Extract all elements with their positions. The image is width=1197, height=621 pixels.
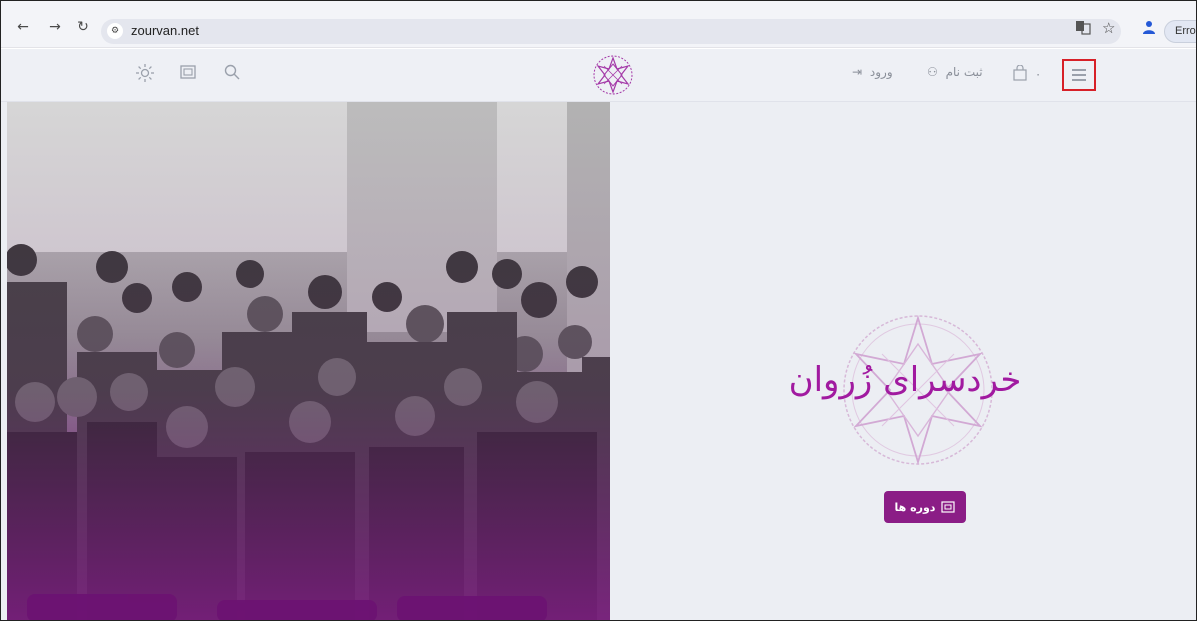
hamburger-line xyxy=(1072,79,1086,81)
bookmark-star-icon[interactable]: ☆ xyxy=(1102,19,1115,44)
forward-icon[interactable]: → xyxy=(47,19,63,35)
book-icon xyxy=(941,501,956,513)
book-icon[interactable] xyxy=(177,63,199,85)
cart-button[interactable]: ۰ xyxy=(1012,64,1042,81)
translate-icon[interactable] xyxy=(1075,19,1091,44)
address-bar[interactable]: ⚙ zourvan.net xyxy=(101,19,1121,44)
courses-button[interactable]: دوره ها xyxy=(884,491,966,523)
signup-link[interactable]: ثبت نام ⚇ xyxy=(927,65,983,79)
hamburger-menu-icon xyxy=(1072,69,1086,71)
back-icon[interactable]: ← xyxy=(15,19,31,35)
site-info-icon[interactable]: ⚙ xyxy=(107,23,123,39)
browser-window: ← → ↻ ⚙ zourvan.net ☆ Error xyxy=(0,0,1197,621)
login-label: ورود xyxy=(869,65,893,79)
courses-button-label: دوره ها xyxy=(894,500,936,514)
reload-icon[interactable]: ↻ xyxy=(75,19,91,35)
sun-icon[interactable] xyxy=(134,63,156,85)
site-header: ورود ⇥ ثبت نام ⚇ ۰ xyxy=(1,49,1196,102)
hamburger-menu-button[interactable] xyxy=(1062,59,1096,91)
hero-content: خردسرای زُروان دوره ها xyxy=(610,102,1196,620)
site-logo[interactable] xyxy=(591,53,635,97)
hamburger-line xyxy=(1072,74,1086,76)
url-text[interactable]: zourvan.net xyxy=(131,23,199,38)
add-user-icon: ⚇ xyxy=(927,65,938,79)
login-icon: ⇥ xyxy=(852,65,863,79)
login-link[interactable]: ورود ⇥ xyxy=(852,65,893,79)
group-photo xyxy=(7,102,610,620)
shopping-bag-icon xyxy=(1013,64,1027,81)
cart-count: ۰ xyxy=(1034,67,1042,81)
profile-icon[interactable] xyxy=(1142,19,1156,44)
signup-label: ثبت نام xyxy=(945,65,983,79)
hero-title: خردسرای زُروان xyxy=(788,360,1022,400)
browser-toolbar: ← → ↻ ⚙ zourvan.net ☆ Error xyxy=(1,1,1196,48)
search-icon[interactable] xyxy=(221,63,243,85)
profile-error-button[interactable]: Error xyxy=(1164,20,1196,43)
